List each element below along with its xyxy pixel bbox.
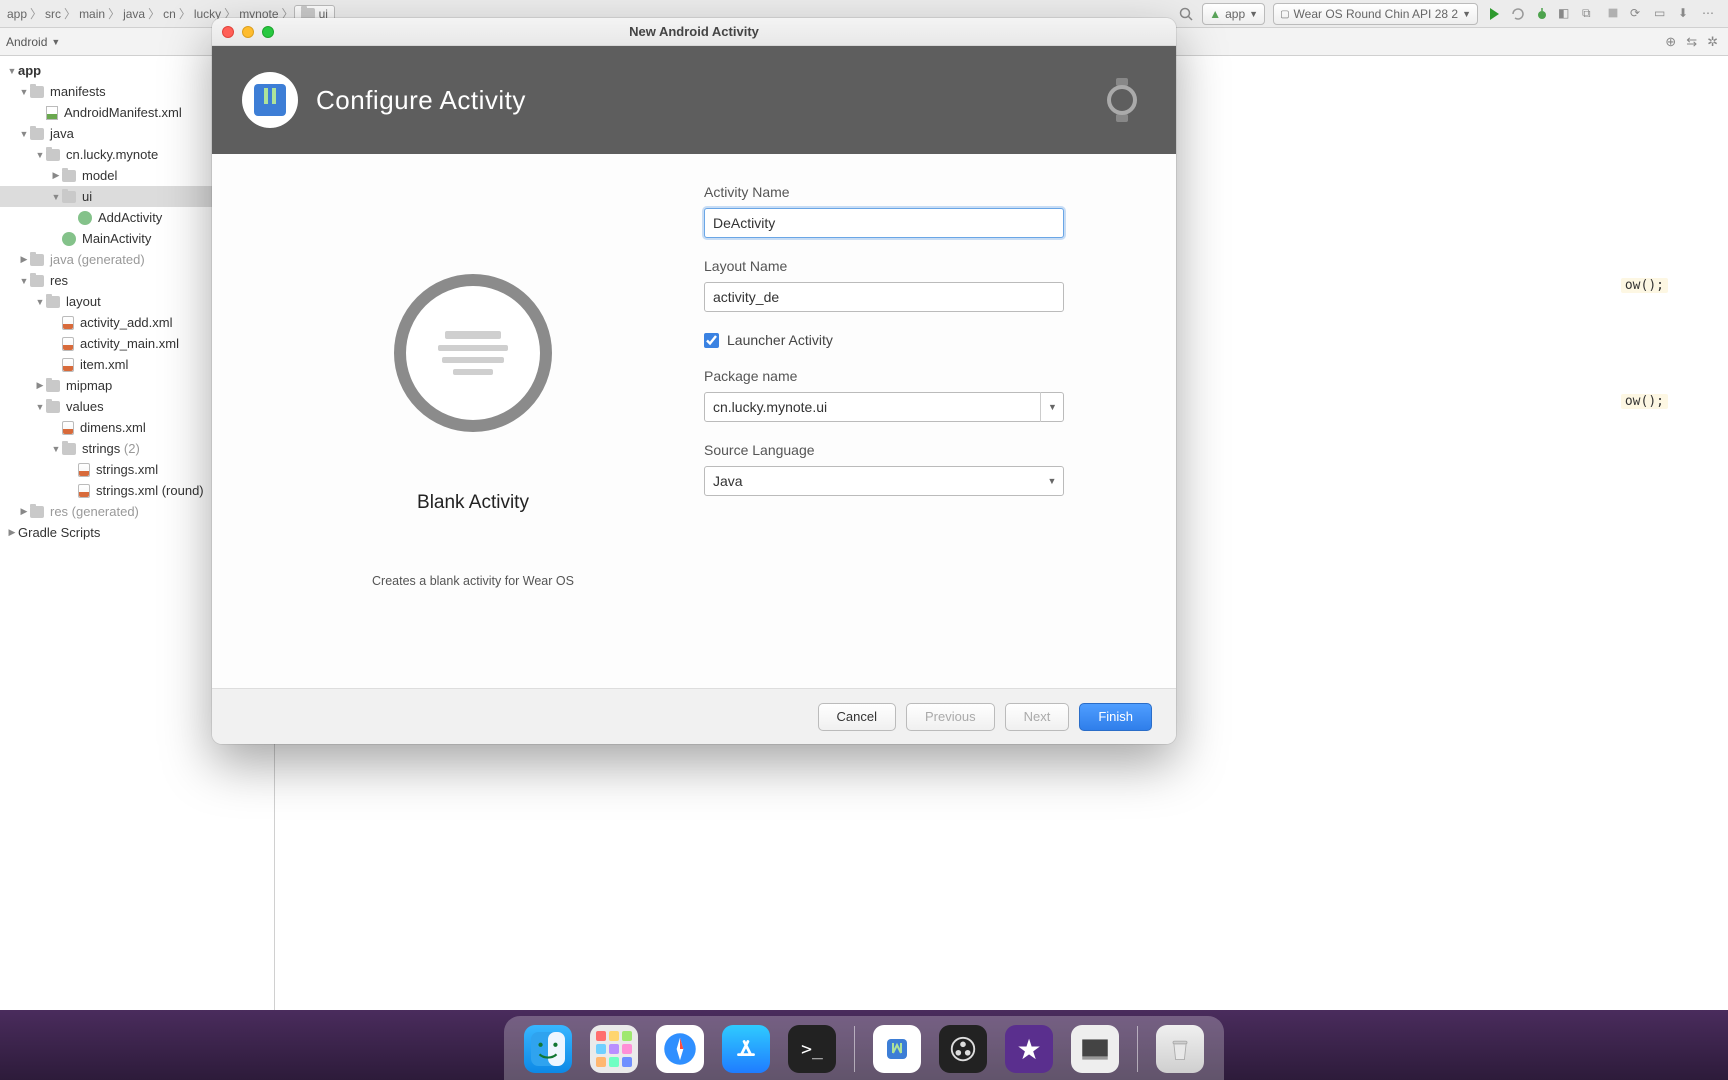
new-activity-dialog: New Android Activity Configure Activity … bbox=[212, 18, 1176, 744]
package-name-combobox[interactable]: ▼ bbox=[704, 392, 1064, 422]
macos-dock: >_ ★ bbox=[504, 1016, 1224, 1080]
profiler-icon[interactable]: ◧ bbox=[1558, 6, 1574, 22]
desktop-background: >_ ★ bbox=[0, 1010, 1728, 1080]
apply-changes-icon[interactable] bbox=[1510, 6, 1526, 22]
source-language-label: Source Language bbox=[704, 442, 1136, 458]
launcher-activity-checkbox[interactable] bbox=[704, 333, 719, 348]
code-fragment: ow(); bbox=[1621, 278, 1668, 293]
window-minimize-button[interactable] bbox=[242, 26, 254, 38]
run-icon[interactable] bbox=[1486, 6, 1502, 22]
settings-icon[interactable]: ✲ bbox=[1707, 34, 1718, 50]
dialog-titlebar[interactable]: New Android Activity bbox=[212, 18, 1176, 46]
crumb[interactable]: cn bbox=[160, 7, 179, 21]
toolbar-right: ▲ app ▼ ▢ Wear OS Round Chin API 28 2 ▼ … bbox=[1178, 0, 1718, 28]
template-description: Creates a blank activity for Wear OS bbox=[372, 574, 574, 588]
crumb[interactable]: src bbox=[42, 7, 64, 21]
dock-divider bbox=[854, 1026, 855, 1072]
next-button[interactable]: Next bbox=[1005, 703, 1070, 731]
launcher-activity-label: Launcher Activity bbox=[727, 332, 833, 348]
android-studio-logo-icon bbox=[242, 72, 298, 128]
search-icon[interactable] bbox=[1178, 6, 1194, 22]
more-icon[interactable]: ⋯ bbox=[1702, 6, 1718, 22]
activity-name-label: Activity Name bbox=[704, 184, 1136, 200]
layout-name-input[interactable] bbox=[704, 282, 1064, 312]
wear-os-icon bbox=[1098, 76, 1146, 124]
template-preview: Blank Activity Creates a blank activity … bbox=[252, 184, 694, 668]
dock-app-finder[interactable] bbox=[524, 1025, 572, 1073]
avd-manager-icon[interactable]: ▭ bbox=[1654, 6, 1670, 22]
source-language-dropdown[interactable]: ▼ bbox=[704, 466, 1064, 496]
collapse-icon[interactable]: ⇆ bbox=[1686, 34, 1697, 50]
dock-app-safari[interactable] bbox=[656, 1025, 704, 1073]
template-preview-image bbox=[394, 274, 552, 432]
dialog-footer: Cancel Previous Next Finish bbox=[212, 688, 1176, 744]
chevron-down-icon[interactable]: ▼ bbox=[1040, 466, 1064, 496]
dock-app-launchpad[interactable] bbox=[590, 1025, 638, 1073]
stop-icon[interactable] bbox=[1606, 6, 1622, 22]
cancel-button[interactable]: Cancel bbox=[818, 703, 896, 731]
code-fragment: ow(); bbox=[1621, 394, 1668, 409]
crumb[interactable]: java bbox=[120, 7, 148, 21]
sdk-manager-icon[interactable]: ⬇ bbox=[1678, 6, 1694, 22]
layout-name-label: Layout Name bbox=[704, 258, 1136, 274]
device-selector-dropdown[interactable]: ▢ Wear OS Round Chin API 28 2 ▼ bbox=[1273, 3, 1478, 25]
dock-app-terminal[interactable]: >_ bbox=[788, 1025, 836, 1073]
chevron-down-icon[interactable]: ▼ bbox=[1040, 392, 1064, 422]
template-name: Blank Activity bbox=[417, 492, 529, 514]
sync-icon[interactable]: ⟳ bbox=[1630, 6, 1646, 22]
dock-divider bbox=[1137, 1026, 1138, 1072]
window-zoom-button[interactable] bbox=[262, 26, 274, 38]
dock-app-imovie[interactable]: ★ bbox=[1005, 1025, 1053, 1073]
debug-icon[interactable] bbox=[1534, 6, 1550, 22]
dialog-step-title: Configure Activity bbox=[316, 85, 526, 116]
package-name-label: Package name bbox=[704, 368, 1136, 384]
project-view-dropdown[interactable]: Android ▼ bbox=[6, 35, 60, 49]
activity-name-input[interactable] bbox=[704, 208, 1064, 238]
dialog-header: Configure Activity bbox=[212, 46, 1176, 154]
target-icon[interactable]: ⊕ bbox=[1665, 34, 1676, 50]
run-config-module-dropdown[interactable]: ▲ app ▼ bbox=[1202, 3, 1265, 25]
dock-app-trash[interactable] bbox=[1156, 1025, 1204, 1073]
dialog-title: New Android Activity bbox=[629, 24, 759, 39]
window-close-button[interactable] bbox=[222, 26, 234, 38]
finish-button[interactable]: Finish bbox=[1079, 703, 1152, 731]
dock-app-preview[interactable] bbox=[1071, 1025, 1119, 1073]
crumb[interactable]: app bbox=[4, 7, 30, 21]
attach-debugger-icon[interactable]: ⧉ bbox=[1582, 6, 1598, 22]
previous-button[interactable]: Previous bbox=[906, 703, 995, 731]
dock-app-obs[interactable] bbox=[939, 1025, 987, 1073]
dock-app-android-studio[interactable] bbox=[873, 1025, 921, 1073]
dock-app-appstore[interactable] bbox=[722, 1025, 770, 1073]
crumb[interactable]: main bbox=[76, 7, 108, 21]
